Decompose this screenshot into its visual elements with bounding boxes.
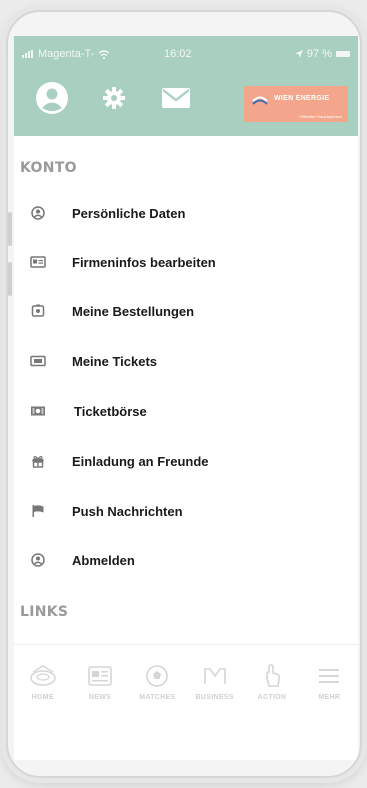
stadium-icon [29, 665, 56, 686]
volume-up-button [8, 212, 12, 246]
menu-item-push[interactable]: Push Nachrichten [14, 487, 358, 535]
status-bar: Magenta-T- 16:02 97 % [14, 44, 358, 64]
location-arrow-icon [294, 50, 303, 58]
money-icon [28, 401, 48, 421]
battery-icon [336, 51, 350, 57]
phone-frame: Magenta-T- 16:02 97 % WIEN ENERGIE Offiz… [6, 10, 362, 778]
menu-item-firmeninfos[interactable]: Firmeninfos bearbeiten [14, 238, 358, 286]
tab-mehr[interactable]: MEHR [301, 654, 358, 724]
signal-icon [22, 50, 33, 58]
battery-percent: 97 % [306, 48, 332, 60]
tab-home[interactable]: HOME [14, 654, 71, 724]
receipt-icon [28, 301, 48, 321]
bottom-tab-bar: HOME NEWS MATCHES BUSINESS ACTION MEHR [14, 654, 358, 724]
menu-item-label: Abmelden [72, 552, 135, 568]
sponsor-logo-subtitle: Offizieller Hauptsponsor [299, 114, 342, 119]
sponsor-logo-text: WIEN ENERGIE [274, 95, 330, 102]
logout-icon [28, 550, 48, 570]
volume-down-button [8, 262, 12, 296]
menu-item-label: Meine Tickets [72, 353, 158, 369]
hand-pointer-icon [266, 664, 281, 687]
menu-item-abmelden[interactable]: Abmelden [14, 536, 358, 584]
menu-item-label: Firmeninfos bearbeiten [72, 254, 216, 270]
user-circle-icon [28, 203, 48, 223]
flag-icon [28, 501, 48, 521]
tabbar-divider [14, 644, 358, 645]
menu-item-label: Persönliche Daten [72, 205, 186, 221]
menu-item-label: Meine Bestellungen [72, 303, 195, 319]
carrier-name: Magenta-T- [38, 48, 95, 60]
tab-business[interactable]: BUSINESS [186, 654, 243, 724]
tab-action[interactable]: ACTION [243, 654, 300, 724]
wien-energie-logo-icon [252, 96, 268, 105]
menu-item-ticketboerse[interactable]: Ticketbörse [14, 387, 358, 435]
tab-label: NEWS [88, 694, 112, 701]
tab-label: MEHR [318, 694, 341, 701]
gear-icon [103, 87, 125, 109]
menu-item-einladung[interactable]: Einladung an Freunde [14, 437, 358, 485]
wifi-icon [98, 49, 110, 59]
ticket-icon [28, 351, 48, 371]
gift-icon [28, 451, 48, 471]
status-time: 16:02 [164, 48, 192, 60]
tab-label: BUSINESS [195, 694, 234, 701]
football-icon [146, 665, 169, 687]
app-header: Magenta-T- 16:02 97 % WIEN ENERGIE Offiz… [14, 36, 358, 136]
menu-item-tickets[interactable]: Meine Tickets [14, 337, 358, 385]
newspaper-icon [88, 666, 112, 686]
tab-news[interactable]: NEWS [71, 654, 128, 724]
user-circle-icon [36, 82, 68, 114]
section-title-konto: KONTO [20, 160, 77, 176]
id-card-icon [28, 252, 48, 272]
menu-icon [319, 669, 340, 683]
menu-item-label: Ticketbörse [74, 403, 147, 419]
messages-button[interactable] [158, 80, 194, 116]
tab-label: ACTION [257, 694, 287, 701]
section-title-links: LINKS [20, 604, 69, 620]
tab-label: MATCHES [139, 694, 176, 701]
envelope-icon [162, 88, 190, 108]
menu-item-persoenliche-daten[interactable]: Persönliche Daten [14, 189, 358, 237]
settings-button[interactable] [96, 80, 132, 116]
menu-item-bestellungen[interactable]: Meine Bestellungen [14, 287, 358, 335]
tab-matches[interactable]: MATCHES [129, 654, 186, 724]
app-screen: Magenta-T- 16:02 97 % WIEN ENERGIE Offiz… [14, 36, 358, 760]
menu-item-label: Push Nachrichten [72, 503, 183, 519]
handshake-icon [203, 668, 226, 684]
menu-item-label: Einladung an Freunde [72, 453, 209, 469]
sponsor-logo[interactable]: WIEN ENERGIE Offizieller Hauptsponsor [244, 86, 348, 122]
profile-button[interactable] [34, 80, 70, 116]
tab-label: HOME [31, 694, 54, 701]
